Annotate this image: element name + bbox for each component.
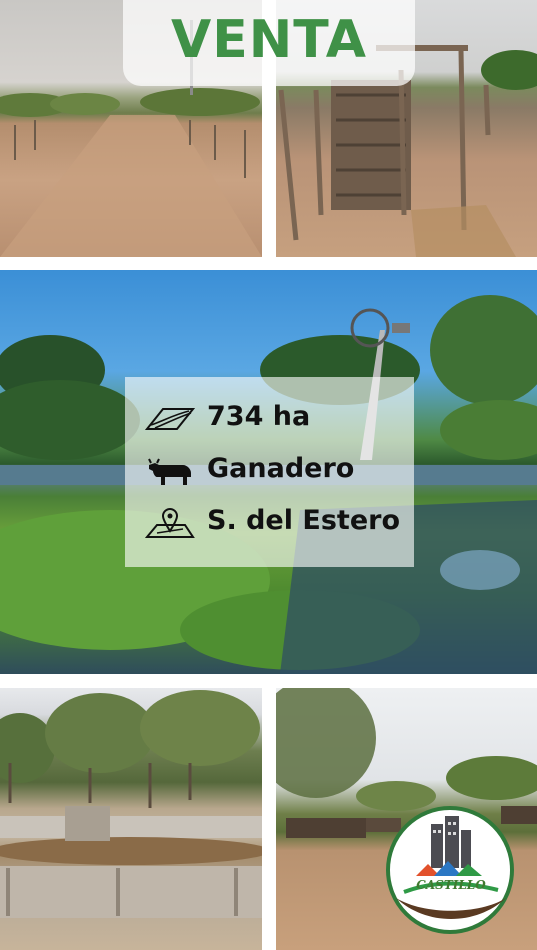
logo-graphic [386,806,514,934]
info-row-area: 734 ha [125,397,414,441]
cow-icon [148,458,191,485]
venta-banner: VENTA [123,0,415,86]
property-info-box: 734 ha Ganadero S. del Estero [125,377,414,567]
info-row-use: Ganadero [125,449,414,493]
use-label: Ganadero [207,453,355,484]
area-label: 734 ha [207,401,311,432]
location-label: S. del Estero [207,505,400,536]
logo-text: CASTILLO [416,878,486,892]
photo-water-tank [0,688,262,950]
field-area-icon [145,408,195,430]
castillo-logo: CASTILLO [386,806,516,934]
tank-scene [0,690,262,918]
info-row-location: S. del Estero [125,501,414,545]
map-pin-icon [145,508,195,538]
banner-title: VENTA [171,10,367,70]
